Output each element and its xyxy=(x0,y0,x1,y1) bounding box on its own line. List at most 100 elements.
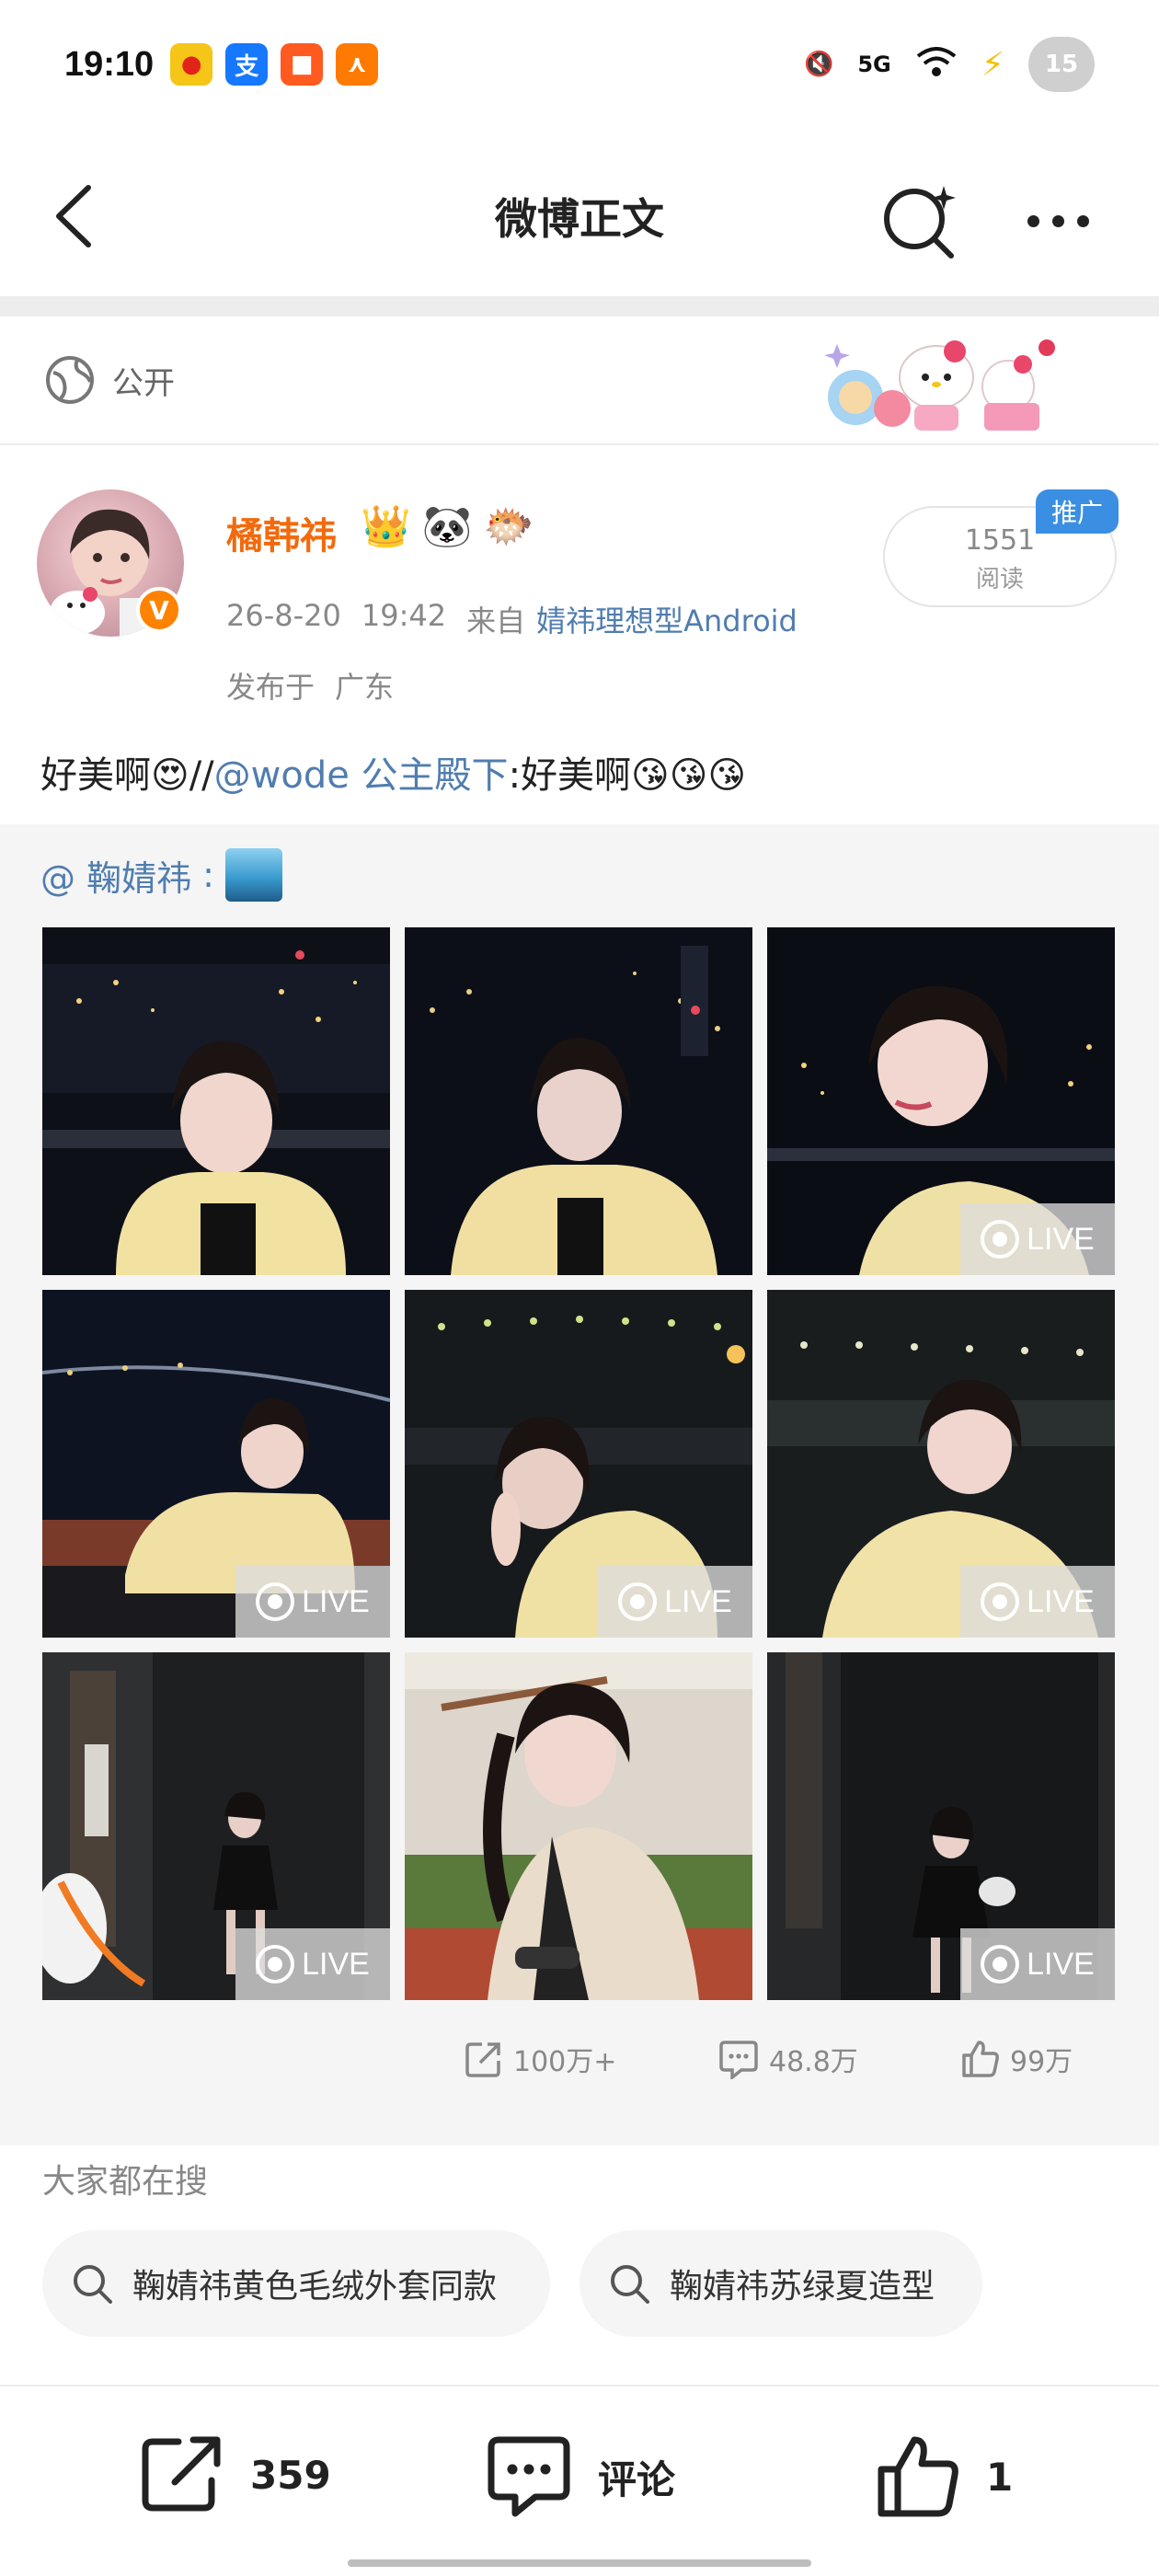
post-text-suffix: :好美啊😘😘😘 xyxy=(508,754,747,797)
like-count: 1 xyxy=(986,2454,1014,2500)
bottom-action-bar: 359 评论 1 xyxy=(0,2386,1159,2576)
post-time: 19:42 xyxy=(361,598,447,633)
charging-icon: ⚡ xyxy=(981,45,1004,84)
live-badge: LIVE xyxy=(235,1566,390,1638)
status-time: 19:10 xyxy=(64,44,155,84)
retweet-author-link[interactable]: @ 鞠婧祎 xyxy=(40,850,191,901)
repost-count: 359 xyxy=(250,2452,331,2498)
panda-badge-icon: 🐼 xyxy=(421,503,473,550)
retweet-header: @ 鞠婧祎 : xyxy=(40,848,282,902)
like-icon xyxy=(878,2436,958,2517)
mute-icon: 🔇 xyxy=(803,51,834,78)
comment-icon xyxy=(719,2041,758,2079)
photo-tile[interactable]: LIVE xyxy=(42,1290,390,1638)
read-label: 阅读 xyxy=(975,566,1024,593)
photo-tile[interactable]: LIVE xyxy=(767,1290,1115,1638)
retweet-block[interactable]: @ 鞠婧祎 : LIVE LIVE LIVE LIVE LIVE LIVE 10… xyxy=(0,824,1159,2145)
like-count: 99万 xyxy=(1010,2046,1073,2078)
post-meta: 26-8-20 19:42 来自 婧祎理想型Android xyxy=(226,598,798,640)
visibility-label: 公开 xyxy=(112,364,175,402)
hot-search-title: 大家都在搜 xyxy=(42,2163,209,2201)
live-label: LIVE xyxy=(1027,1583,1095,1619)
retweet-comment-button[interactable]: 48.8万 xyxy=(717,2039,858,2079)
live-icon xyxy=(256,1582,295,1621)
section-divider xyxy=(0,296,1159,316)
photo-tile[interactable]: LIVE xyxy=(405,1290,752,1638)
crown-badge-icon: 👑 xyxy=(361,503,411,550)
retweet-colon: : xyxy=(202,855,214,895)
more-dot-icon xyxy=(1076,214,1089,227)
post-text: 好美啊😍//@wode 公主殿下:好美啊😘😘😘 xyxy=(40,745,1126,799)
status-indicators: 🔇 5G ⚡ 15 xyxy=(804,37,1095,92)
network-label: 5G xyxy=(857,52,891,77)
live-icon xyxy=(618,1582,658,1621)
photo-tile[interactable]: LIVE xyxy=(42,1652,390,2000)
author-name[interactable]: 橘韩祎 xyxy=(226,506,337,559)
weibo-icon: ● xyxy=(170,43,213,86)
hot-search-section: 大家都在搜 鞠婧祎黄色毛绒外套同款 鞠婧祎苏绿夏造型 xyxy=(0,2145,1159,2385)
repost-icon xyxy=(142,2436,221,2512)
photo-tile[interactable] xyxy=(405,927,752,1275)
live-label: LIVE xyxy=(1027,1221,1095,1257)
battery-icon: 15 xyxy=(1028,37,1095,92)
more-dot-icon xyxy=(1051,214,1064,227)
like-button[interactable]: 1 xyxy=(874,2432,1013,2521)
comment-label: 评论 xyxy=(598,2456,676,2502)
more-button[interactable] xyxy=(1012,193,1104,248)
page-title: 微博正文 xyxy=(495,194,664,244)
repost-button[interactable]: 359 xyxy=(138,2432,331,2517)
photo-tile[interactable]: LIVE xyxy=(767,1652,1115,2000)
live-badge: LIVE xyxy=(960,1928,1115,2000)
post-text-prefix: 好美啊😍// xyxy=(40,754,214,797)
photo-tile[interactable] xyxy=(42,927,390,1275)
status-bar: 19:10 ● 支 ■ ⋏ 🔇 5G ⚡ 15 xyxy=(0,0,1159,129)
post-date: 26-8-20 xyxy=(226,598,341,633)
search-icon xyxy=(74,2265,112,2304)
search-icon xyxy=(611,2265,649,2304)
live-badge: LIVE xyxy=(960,1566,1115,1638)
source-link[interactable]: 婧祎理想型Android xyxy=(536,598,798,640)
live-icon xyxy=(981,1945,1020,1984)
retweet-like-button[interactable]: 99万 xyxy=(960,2039,1073,2079)
comment-button[interactable]: 评论 xyxy=(484,2432,675,2521)
live-label: LIVE xyxy=(1027,1946,1095,1982)
hot-search-chip[interactable]: 鞠婧祎黄色毛绒外套同款 xyxy=(42,2230,550,2337)
mention-link[interactable]: @wode 公主殿下 xyxy=(214,754,509,797)
location-label: 发布于 xyxy=(226,670,316,705)
hello-kitty-sticker xyxy=(819,316,1067,436)
globe-icon xyxy=(46,356,94,404)
repost-icon xyxy=(465,2042,500,2077)
photo-tile[interactable] xyxy=(405,1652,752,2000)
live-badge: LIVE xyxy=(598,1566,752,1638)
live-badge: LIVE xyxy=(235,1928,390,2000)
retweet-repost-button[interactable]: 100万+ xyxy=(464,2039,616,2079)
verified-badge: V xyxy=(136,587,182,633)
nav-bar: 微博正文 xyxy=(0,147,1159,285)
location-value: 广东 xyxy=(335,670,395,705)
more-dot-icon xyxy=(1027,214,1039,227)
retweet-actions: 100万+ 48.8万 99万 xyxy=(0,2039,1159,2103)
comment-count: 48.8万 xyxy=(769,2046,858,2078)
live-icon xyxy=(256,1945,295,1984)
post-location: 发布于 广东 xyxy=(226,664,394,707)
live-icon xyxy=(981,1220,1020,1259)
orange-app-icon: ⋏ xyxy=(336,43,379,86)
app-icon: ■ xyxy=(281,43,324,86)
live-label: LIVE xyxy=(302,1946,370,1982)
hot-search-chip-label: 鞠婧祎黄色毛绒外套同款 xyxy=(132,2268,498,2306)
hot-search-chip[interactable]: 鞠婧祎苏绿夏造型 xyxy=(580,2230,982,2337)
photo-tile[interactable]: LIVE xyxy=(767,927,1115,1275)
live-label: LIVE xyxy=(664,1583,732,1619)
author-badges: 👑 🐼 🐡 xyxy=(361,502,534,550)
home-indicator[interactable] xyxy=(348,2559,811,2567)
search-button[interactable] xyxy=(874,173,966,265)
source-label: 来自 xyxy=(466,604,526,638)
live-label: LIVE xyxy=(302,1583,370,1619)
visibility-row: 公开 xyxy=(0,316,1159,445)
fish-badge-icon: 🐡 xyxy=(483,503,534,550)
wifi-icon xyxy=(915,43,958,86)
repost-count: 100万+ xyxy=(513,2046,617,2078)
like-icon xyxy=(962,2041,999,2077)
promote-tag[interactable]: 推广 xyxy=(1036,489,1119,534)
back-button[interactable] xyxy=(37,175,120,258)
